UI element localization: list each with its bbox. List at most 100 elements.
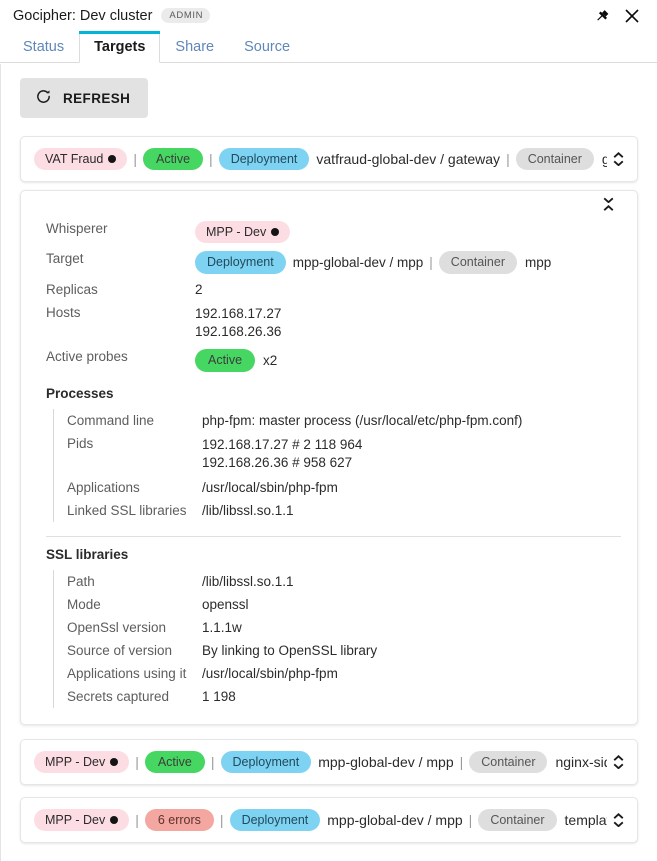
separator: | — [133, 151, 137, 167]
expand-toggle-icon[interactable] — [607, 813, 629, 827]
field-value: /usr/local/sbin/php-fpm — [202, 480, 338, 495]
detail-row-ssl-path: Path /lib/libssl.so.1.1 — [54, 570, 623, 593]
kind-badge: Deployment — [220, 750, 312, 774]
target-row-summary: MPP - Dev | 6 errors | Deployment mpp-gl… — [34, 808, 607, 832]
whisperer-label: MPP - Dev — [206, 225, 267, 239]
ssl-fields: Path /lib/libssl.so.1.1 Mode openssl Ope… — [54, 570, 623, 708]
detail-row-source-of-version: Source of version By linking to OpenSSL … — [54, 639, 623, 662]
tab-bar-filler — [305, 31, 657, 62]
toolbar: REFRESH — [1, 64, 657, 128]
field-label: Active probes — [46, 349, 128, 365]
admin-badge: ADMIN — [161, 7, 211, 24]
container-badge: Container — [515, 147, 594, 171]
tab-bar: Status Targets Share Source — [0, 31, 657, 63]
tab-status[interactable]: Status — [8, 31, 79, 62]
kind-badge: Deployment — [195, 251, 286, 274]
field-label: Linked SSL libraries — [67, 503, 187, 518]
processes-section: Command line php-fpm: master process (/u… — [53, 408, 623, 522]
detail-row-replicas: Replicas 2 — [35, 278, 623, 301]
refresh-icon — [35, 88, 52, 108]
detail-card-header — [35, 197, 623, 211]
target-value-group: Deployment mpp-global-dev / mpp | Contai… — [195, 251, 623, 274]
field-label: Mode — [67, 597, 101, 612]
field-label: Replicas — [46, 281, 98, 297]
window-title: Gocipher: Dev cluster — [13, 7, 153, 24]
field-label: OpenSsl version — [67, 620, 167, 635]
field-value: Deployment mpp-global-dev / mpp | Contai… — [195, 247, 623, 277]
tenant-label: MPP - Dev — [45, 812, 106, 827]
pids-list: 192.168.17.27 # 2 118 964 192.168.26.36 … — [202, 436, 363, 470]
container-badge: Container — [469, 750, 548, 774]
tab-targets[interactable]: Targets — [79, 31, 161, 63]
expand-toggle-icon[interactable] — [607, 152, 629, 166]
field-value: php-fpm: master process (/usr/local/etc/… — [202, 412, 523, 428]
detail-row-secrets-captured: Secrets captured 1 198 — [54, 685, 623, 708]
tenant-badge: MPP - Dev — [34, 750, 130, 774]
target-path: mpp-global-dev / mpp — [292, 255, 424, 271]
detail-row-applications: Applications /usr/local/sbin/php-fpm — [54, 476, 623, 499]
table-row[interactable]: MPP - Dev | Active | Deployment mpp-glob… — [20, 739, 638, 785]
field-label: Whisperer — [46, 221, 108, 236]
detail-row-ssl-mode: Mode openssl — [54, 593, 623, 616]
detail-row-target: Target Deployment mpp-global-dev / mpp |… — [35, 247, 623, 277]
close-icon[interactable] — [617, 2, 647, 30]
tenant-dot-icon — [108, 155, 117, 163]
tenant-badge: MPP - Dev — [34, 808, 130, 832]
detail-row-pids: Pids 192.168.17.27 # 2 118 964 192.168.2… — [54, 432, 623, 476]
processes-section-title: Processes — [46, 385, 114, 401]
field-label: Path — [67, 574, 95, 589]
tenant-dot-icon — [110, 758, 119, 766]
tab-share[interactable]: Share — [160, 31, 229, 62]
target-detail-card: Whisperer MPP - Dev Target Deployment mp… — [20, 190, 638, 725]
kind-badge: Deployment — [229, 808, 321, 832]
separator: | — [135, 812, 139, 828]
table-row[interactable]: VAT Fraud | Active | Deployment vatfraud… — [20, 136, 638, 182]
window-titlebar: Gocipher: Dev cluster ADMIN — [0, 0, 657, 31]
field-value: 192.168.17.27 192.168.26.36 — [195, 301, 623, 345]
detail-main-fields: Whisperer MPP - Dev Target Deployment mp… — [35, 217, 623, 376]
field-value: 1.1.1w — [202, 620, 242, 635]
separator: | — [209, 151, 213, 167]
expand-toggle-icon[interactable] — [607, 755, 629, 769]
process-fields: Command line php-fpm: master process (/u… — [54, 409, 623, 522]
refresh-label: REFRESH — [63, 90, 131, 106]
status-badge: Active — [144, 750, 205, 774]
table-row[interactable]: MPP - Dev | 6 errors | Deployment mpp-gl… — [20, 797, 638, 843]
field-label: Command line — [67, 412, 155, 428]
separator: | — [210, 754, 215, 770]
field-value: 1 198 — [202, 689, 236, 704]
separator: | — [219, 812, 224, 828]
container-badge: Container — [438, 251, 517, 274]
probes-value-group: Active x2 — [195, 349, 623, 372]
tab-source[interactable]: Source — [229, 31, 305, 62]
field-value: By linking to OpenSSL library — [202, 643, 378, 658]
separator: | — [135, 754, 139, 770]
field-label: Pids — [67, 435, 94, 451]
tenant-badge: VAT Fraud — [34, 147, 128, 171]
detail-row-command-line: Command line php-fpm: master process (/u… — [54, 409, 623, 432]
field-label: Hosts — [46, 304, 81, 320]
separator: | — [429, 255, 433, 271]
field-value: 192.168.17.27 # 2 118 964 192.168.26.36 … — [202, 432, 623, 476]
container-name: mpp — [525, 255, 552, 271]
pin-icon[interactable] — [587, 2, 617, 30]
field-value: 2 — [195, 281, 203, 297]
refresh-button[interactable]: REFRESH — [20, 78, 149, 118]
collapse-toggle-icon[interactable] — [597, 197, 619, 211]
probe-count: x2 — [263, 352, 278, 368]
tenant-dot-icon — [110, 816, 119, 824]
target-path: mpp-global-dev / mpp — [327, 812, 463, 828]
status-badge: 6 errors — [144, 808, 214, 832]
detail-row-linked-ssl-libraries: Linked SSL libraries /lib/libssl.so.1.1 — [54, 499, 623, 522]
target-path: mpp-global-dev / mpp — [318, 754, 454, 770]
container-name: nginx-sidecar — [555, 754, 607, 770]
field-value: /lib/libssl.so.1.1 — [202, 574, 294, 589]
field-label: Applications — [67, 480, 140, 495]
field-label: Source of version — [67, 643, 173, 658]
field-label: Applications using it — [67, 666, 187, 681]
detail-row-openssl-version: OpenSsl version 1.1.1w — [54, 616, 623, 639]
field-value: openssl — [202, 597, 249, 612]
field-value: MPP - Dev — [195, 217, 623, 247]
field-label: Secrets captured — [67, 689, 170, 704]
target-row-summary: VAT Fraud | Active | Deployment vatfraud… — [34, 147, 607, 171]
